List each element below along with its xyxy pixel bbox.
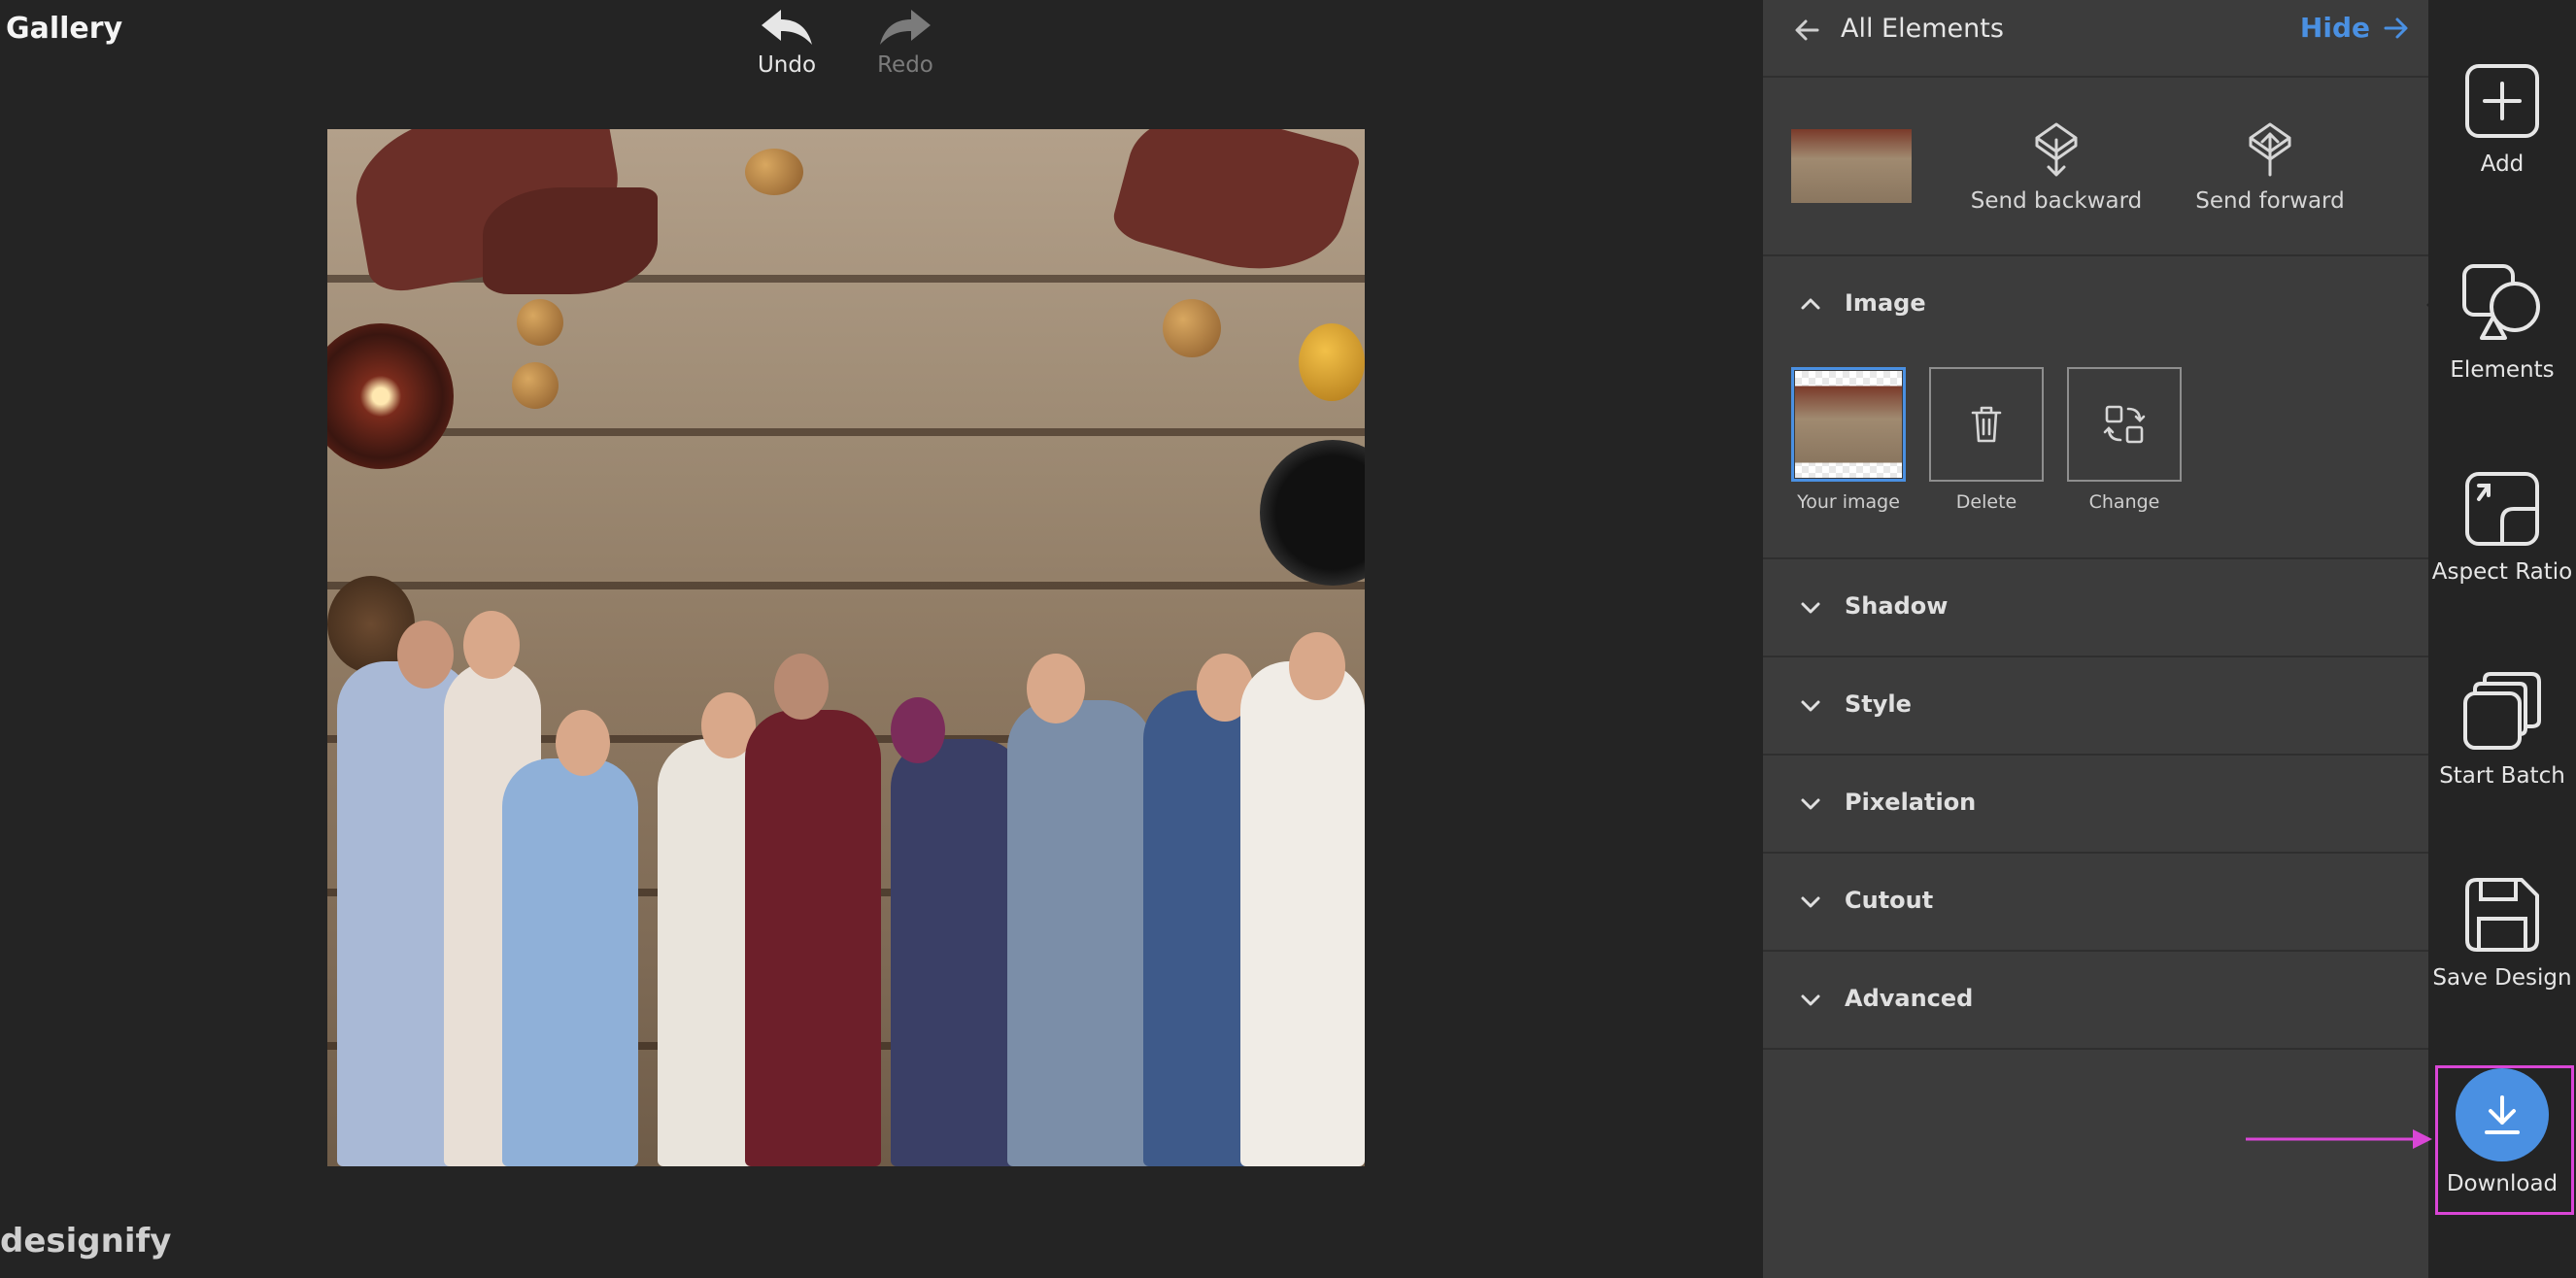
shadow-section[interactable]: Shadow xyxy=(1763,559,2428,657)
redo-icon xyxy=(880,10,931,45)
your-image-thumbnail xyxy=(1795,371,1902,478)
style-section-title: Style xyxy=(1845,690,1912,718)
person-head xyxy=(397,621,454,689)
change-label: Change xyxy=(2088,491,2160,513)
hide-label: Hide xyxy=(2299,12,2370,44)
download-tool[interactable]: Download xyxy=(2428,1068,2576,1196)
annotation-arrow-icon xyxy=(2246,1129,2432,1149)
chevron-down-icon xyxy=(1801,896,1820,908)
person-figure xyxy=(502,758,638,1166)
shapes-icon xyxy=(2462,264,2540,340)
send-backward-label: Send backward xyxy=(1970,188,2143,214)
acorn-decoration xyxy=(1163,299,1221,357)
maple-leaf-decoration xyxy=(483,187,658,294)
save-design-tool[interactable]: Save Design xyxy=(2428,876,2576,991)
panel-title: All Elements xyxy=(1841,14,2004,44)
acorn-decoration xyxy=(745,149,803,195)
change-box[interactable] xyxy=(2067,367,2182,482)
image-section: Image Your image Delete Change xyxy=(1763,256,2428,559)
download-button[interactable] xyxy=(2456,1068,2549,1161)
person-head xyxy=(1289,632,1345,700)
save-design-label: Save Design xyxy=(2432,965,2572,991)
plus-square-icon xyxy=(2465,64,2539,138)
shadow-section-title: Shadow xyxy=(1845,592,1949,620)
send-backward-icon xyxy=(2035,122,2078,177)
acorn-decoration xyxy=(512,362,559,409)
chevron-down-icon xyxy=(1801,994,1820,1006)
image-options: Your image Delete Change xyxy=(1791,367,2182,513)
person-head xyxy=(1027,654,1085,723)
cutout-section-title: Cutout xyxy=(1845,887,1934,914)
person-head xyxy=(556,710,610,776)
redo-button[interactable]: Redo xyxy=(847,8,964,78)
hide-button[interactable]: Hide xyxy=(2300,12,2409,44)
undo-label: Undo xyxy=(757,52,817,78)
aspect-ratio-tool[interactable]: Aspect Ratio xyxy=(2428,470,2576,585)
download-label: Download xyxy=(2446,1171,2559,1196)
trash-icon xyxy=(1971,406,2002,443)
send-forward-icon xyxy=(2249,122,2291,177)
send-backward-button[interactable]: Send backward xyxy=(1969,120,2144,214)
person-figure xyxy=(891,739,1027,1166)
elements-panel: All Elements Hide Send backward Send for xyxy=(1763,0,2428,1278)
elements-label: Elements xyxy=(2450,357,2555,383)
start-batch-tool[interactable]: Start Batch xyxy=(2428,670,2576,789)
delete-label: Delete xyxy=(1955,491,2017,513)
stacked-pages-icon xyxy=(2463,672,2541,750)
change-option[interactable]: Change xyxy=(2067,367,2182,513)
your-image-label: Your image xyxy=(1797,491,1900,513)
aspect-ratio-label: Aspect Ratio xyxy=(2431,559,2573,585)
advanced-section[interactable]: Advanced xyxy=(1763,952,2428,1050)
floppy-disk-icon xyxy=(2465,878,2539,952)
advanced-section-title: Advanced xyxy=(1845,985,1974,1012)
chevron-down-icon xyxy=(1801,798,1820,810)
chevron-down-icon xyxy=(1801,700,1820,712)
start-batch-label: Start Batch xyxy=(2439,763,2565,789)
delete-box[interactable] xyxy=(1929,367,2044,482)
send-forward-button[interactable]: Send forward xyxy=(2183,120,2357,214)
style-section[interactable]: Style xyxy=(1763,657,2428,756)
person-head xyxy=(463,611,520,679)
your-image-box[interactable] xyxy=(1791,367,1906,482)
aspect-ratio-icon xyxy=(2465,472,2539,546)
person-figure xyxy=(1007,700,1153,1166)
layer-controls: Send backward Send forward xyxy=(1763,78,2428,256)
person-figure xyxy=(1240,661,1365,1166)
panel-header: All Elements Hide xyxy=(1763,0,2428,78)
design-canvas[interactable] xyxy=(327,129,1365,1166)
acorn-decoration xyxy=(517,299,563,346)
elements-tool[interactable]: Elements xyxy=(2428,262,2576,383)
person-head xyxy=(891,697,945,763)
pixelation-section-title: Pixelation xyxy=(1845,789,1977,816)
chevron-down-icon xyxy=(1801,602,1820,614)
pumpkin-decoration xyxy=(1299,323,1365,401)
brand-logo: designify xyxy=(0,1222,172,1261)
back-arrow-icon[interactable] xyxy=(1794,17,1819,43)
image-section-title[interactable]: Image xyxy=(1845,289,1926,317)
delete-option[interactable]: Delete xyxy=(1929,367,2044,513)
undo-icon xyxy=(762,10,812,45)
main-toolbar: Add Elements Aspect Ratio Start Batch Sa… xyxy=(2426,0,2576,1278)
arrow-right-icon xyxy=(2384,17,2408,38)
add-tool[interactable]: Add xyxy=(2428,62,2576,177)
your-image-option[interactable]: Your image xyxy=(1791,367,1906,513)
undo-button[interactable]: Undo xyxy=(729,8,845,78)
swap-icon xyxy=(2103,405,2146,444)
chevron-up-icon[interactable] xyxy=(1800,295,1821,311)
gallery-title[interactable]: Gallery xyxy=(6,12,122,46)
selected-element-thumbnail xyxy=(1791,129,1912,203)
cutout-section[interactable]: Cutout xyxy=(1763,854,2428,952)
pixelation-section[interactable]: Pixelation xyxy=(1763,756,2428,854)
send-forward-label: Send forward xyxy=(2195,188,2345,214)
person-figure xyxy=(745,710,881,1166)
person-head xyxy=(774,654,829,720)
redo-label: Redo xyxy=(877,52,933,78)
add-label: Add xyxy=(2480,151,2525,177)
download-icon xyxy=(2485,1095,2520,1134)
